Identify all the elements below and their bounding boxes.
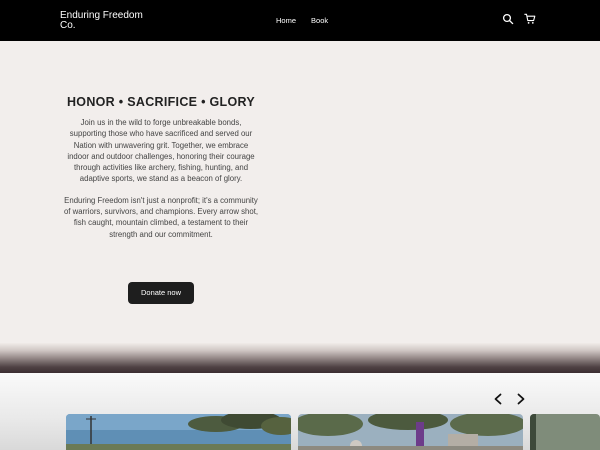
chevron-left-icon[interactable] — [492, 392, 504, 406]
gallery-image-3[interactable] — [530, 414, 600, 450]
gallery-photo-outdoor — [66, 414, 291, 450]
nav-link-book[interactable]: Book — [311, 16, 328, 25]
section-divider-gradient — [0, 343, 600, 373]
nav-link-home[interactable]: Home — [276, 16, 296, 25]
hero-paragraph-2: Enduring Freedom isn't just a nonprofit;… — [63, 195, 259, 239]
main-nav: Home Book — [276, 16, 328, 25]
hero-paragraph-1: Join us in the wild to forge unbreakable… — [67, 118, 255, 184]
cart-icon[interactable] — [524, 13, 536, 25]
search-icon[interactable] — [502, 13, 514, 25]
donate-button[interactable]: Donate now — [128, 282, 194, 304]
hero-title: HONOR • SACRIFICE • GLORY — [66, 95, 256, 109]
site-header: Enduring Freedom Co. Home Book — [0, 0, 600, 41]
chevron-right-icon[interactable] — [515, 392, 527, 406]
hero-section: HONOR • SACRIFICE • GLORY Join us in the… — [0, 41, 600, 343]
brand-logo-text[interactable]: Enduring Freedom Co. — [60, 11, 160, 31]
gallery-photo-group — [298, 414, 523, 450]
gallery-image-1[interactable] — [66, 414, 291, 450]
header-icons — [502, 13, 536, 25]
gallery-section — [0, 373, 600, 450]
hero-content: HONOR • SACRIFICE • GLORY Join us in the… — [62, 95, 260, 240]
gallery-photo-partial — [530, 414, 600, 450]
gallery-image-2[interactable] — [298, 414, 523, 450]
